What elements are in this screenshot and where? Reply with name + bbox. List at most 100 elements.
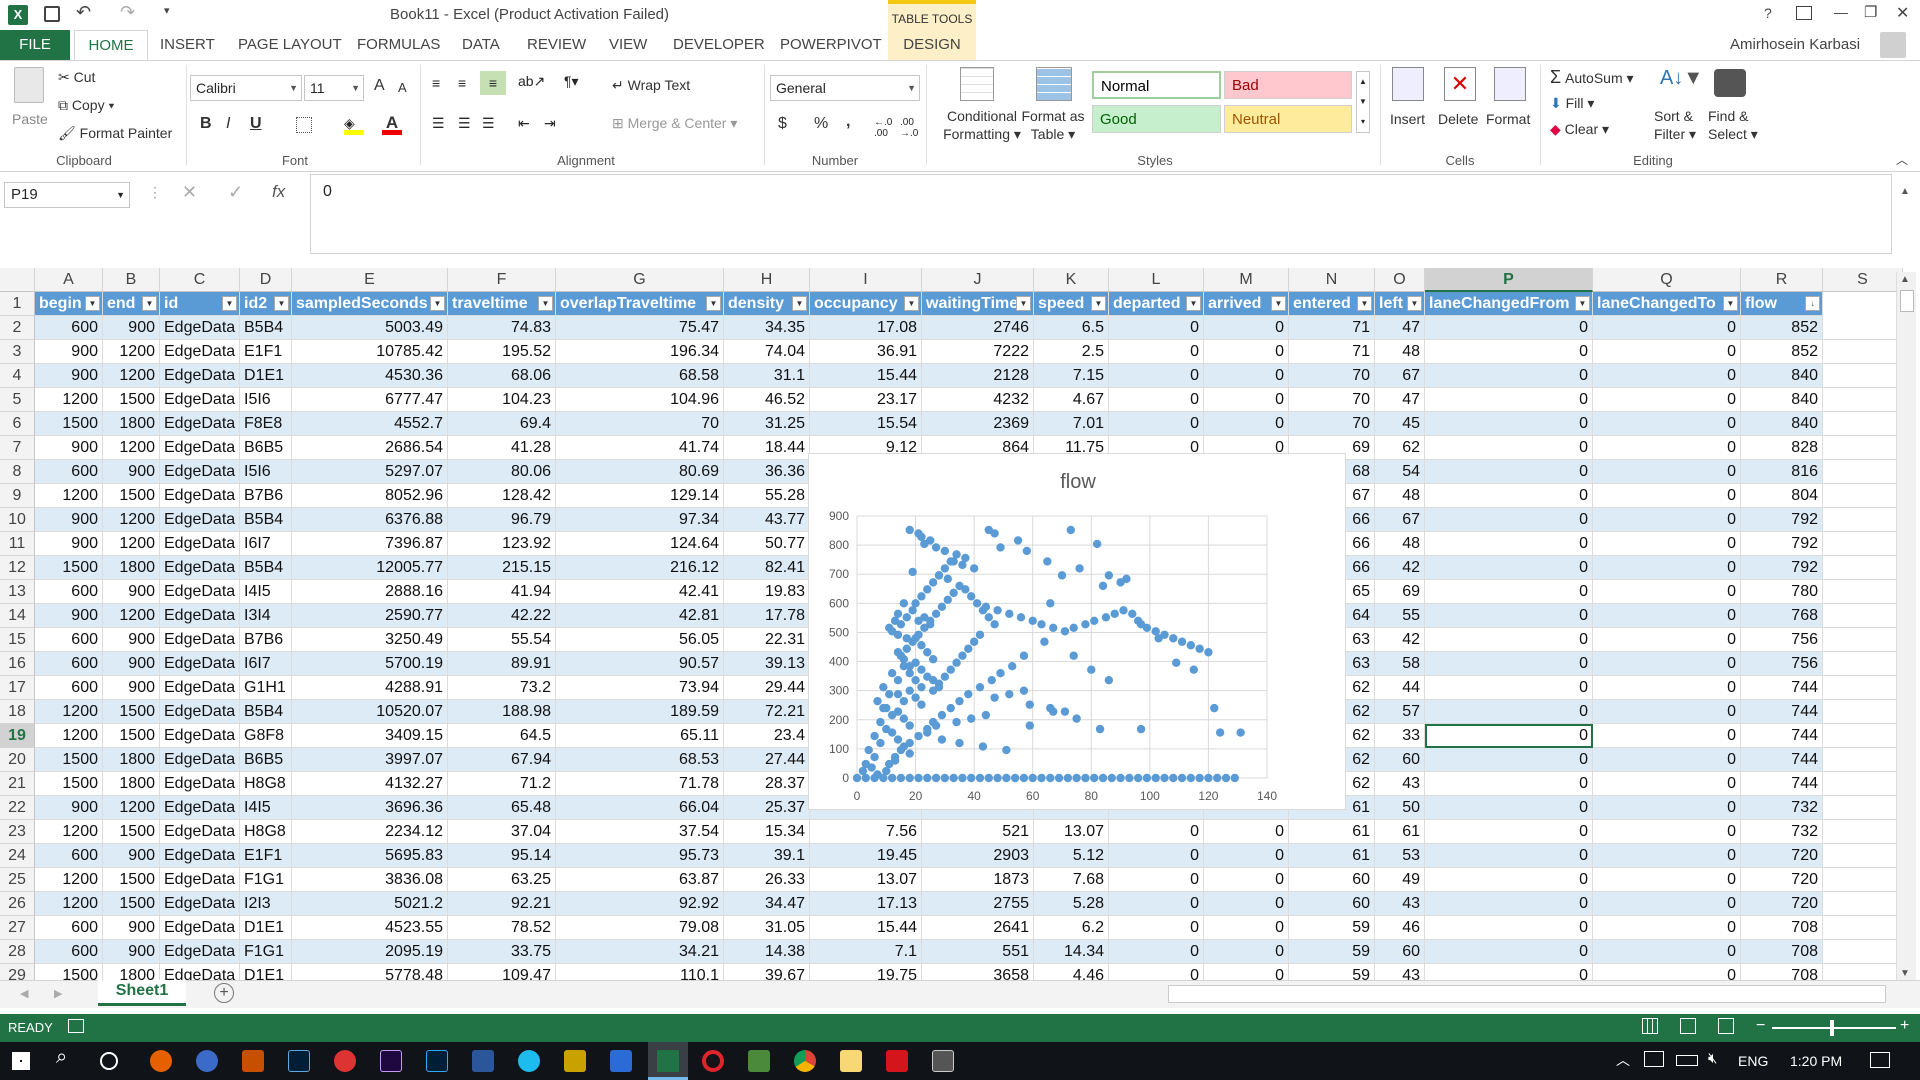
table-cell[interactable]: 0: [1109, 364, 1204, 388]
table-cell[interactable]: 1500: [35, 412, 103, 436]
table-cell[interactable]: 92.21: [448, 892, 556, 916]
table-cell[interactable]: 0: [1593, 748, 1741, 772]
table-cell[interactable]: EdgeData: [160, 724, 240, 748]
table-header-begin[interactable]: begin ▼: [35, 292, 103, 316]
table-cell[interactable]: 720: [1741, 868, 1823, 892]
column-header-m[interactable]: M: [1204, 268, 1289, 292]
table-cell[interactable]: EdgeData: [160, 580, 240, 604]
table-cell[interactable]: 65.48: [448, 796, 556, 820]
filter-dropdown-icon[interactable]: ▼: [274, 296, 289, 311]
table-cell[interactable]: 41.94: [448, 580, 556, 604]
table-cell[interactable]: 17.08: [810, 316, 922, 340]
restore-button[interactable]: ❐: [1864, 3, 1877, 21]
table-cell[interactable]: 0: [1425, 580, 1593, 604]
table-cell[interactable]: 46: [1375, 916, 1425, 940]
table-cell[interactable]: 1200: [103, 604, 160, 628]
battery-icon[interactable]: [1676, 1055, 1698, 1066]
enter-icon[interactable]: ✓: [228, 182, 243, 203]
table-cell[interactable]: 2641: [922, 916, 1034, 940]
column-header-e[interactable]: E: [292, 268, 448, 292]
table-cell[interactable]: EdgeData: [160, 340, 240, 364]
table-cell[interactable]: EdgeData: [160, 748, 240, 772]
table-cell[interactable]: 0: [1425, 820, 1593, 844]
table-cell[interactable]: B7B6: [240, 484, 292, 508]
table-cell[interactable]: 0: [1204, 388, 1289, 412]
table-cell[interactable]: 67: [1375, 364, 1425, 388]
table-cell[interactable]: 70: [1289, 388, 1375, 412]
column-header-h[interactable]: H: [724, 268, 810, 292]
table-cell[interactable]: [1823, 604, 1903, 628]
row-header[interactable]: 16: [0, 652, 35, 676]
macro-record-icon[interactable]: [68, 1019, 84, 1033]
table-cell[interactable]: [1823, 868, 1903, 892]
format-as-table-icon[interactable]: [1036, 67, 1072, 101]
table-cell[interactable]: 7.15: [1034, 364, 1109, 388]
internet-explorer-icon[interactable]: [518, 1050, 540, 1072]
table-header-occupancy[interactable]: occupancy ▼: [810, 292, 922, 316]
table-cell[interactable]: 0: [1593, 916, 1741, 940]
table-cell[interactable]: EdgeData: [160, 868, 240, 892]
zoom-thumb[interactable]: [1830, 1020, 1834, 1036]
row-header[interactable]: 11: [0, 532, 35, 556]
table-cell[interactable]: EdgeData: [160, 436, 240, 460]
table-cell[interactable]: 1500: [103, 820, 160, 844]
close-button[interactable]: ✕: [1896, 3, 1909, 23]
table-cell[interactable]: [1823, 892, 1903, 916]
table-cell[interactable]: 15.44: [810, 916, 922, 940]
table-cell[interactable]: 56.05: [556, 628, 724, 652]
bold-button[interactable]: B: [200, 115, 212, 133]
expand-formula-icon[interactable]: ▲: [1900, 186, 1910, 197]
styles-scroll[interactable]: ▲ ▼ ▾: [1356, 71, 1370, 133]
table-cell[interactable]: 0: [1425, 364, 1593, 388]
table-cell[interactable]: 744: [1741, 700, 1823, 724]
table-cell[interactable]: 42.41: [556, 580, 724, 604]
table-cell[interactable]: 1800: [103, 556, 160, 580]
table-cell[interactable]: G1H1: [240, 676, 292, 700]
column-header-n[interactable]: N: [1289, 268, 1375, 292]
table-cell[interactable]: 1200: [35, 868, 103, 892]
align-right-icon[interactable]: ☰: [482, 115, 495, 132]
font-color-icon[interactable]: A: [382, 113, 402, 135]
table-cell[interactable]: 1500: [103, 724, 160, 748]
filter-dropdown-icon[interactable]: ▼: [904, 296, 919, 311]
undo-icon[interactable]: ↶: [76, 2, 91, 23]
table-cell[interactable]: 1200: [103, 532, 160, 556]
table-cell[interactable]: 33: [1375, 724, 1425, 748]
normal-view-icon[interactable]: [1642, 1018, 1658, 1034]
table-cell[interactable]: 744: [1741, 676, 1823, 700]
filter-dropdown-icon[interactable]: ▼: [1407, 296, 1422, 311]
table-cell[interactable]: 61: [1289, 844, 1375, 868]
format-painter-button[interactable]: 🖌 Format Painter: [58, 125, 172, 142]
table-cell[interactable]: 708: [1741, 940, 1823, 964]
table-cell[interactable]: EdgeData: [160, 604, 240, 628]
table-cell[interactable]: 75.47: [556, 316, 724, 340]
sheet-next-icon[interactable]: ▶: [54, 987, 62, 1000]
table-cell[interactable]: 31.25: [724, 412, 810, 436]
table-cell[interactable]: 0: [1425, 628, 1593, 652]
table-cell[interactable]: 744: [1741, 724, 1823, 748]
table-header-waitingtime[interactable]: waitingTime ▼: [922, 292, 1034, 316]
row-header[interactable]: 27: [0, 916, 35, 940]
table-cell[interactable]: 70: [556, 412, 724, 436]
scroll-thumb[interactable]: [1900, 290, 1914, 312]
table-cell[interactable]: 804: [1741, 484, 1823, 508]
table-cell[interactable]: 0: [1109, 940, 1204, 964]
table-cell[interactable]: I2I3: [240, 892, 292, 916]
binoculars-icon[interactable]: [1714, 69, 1746, 97]
table-cell[interactable]: 5297.07: [292, 460, 448, 484]
table-cell[interactable]: 59: [1289, 940, 1375, 964]
table-cell[interactable]: 36.36: [724, 460, 810, 484]
row-header[interactable]: 28: [0, 940, 35, 964]
table-cell[interactable]: EdgeData: [160, 940, 240, 964]
table-header-sampledseconds[interactable]: sampledSeconds ▼: [292, 292, 448, 316]
conditional-formatting-icon[interactable]: [960, 67, 994, 101]
table-cell[interactable]: 189.59: [556, 700, 724, 724]
table-cell[interactable]: 1200: [35, 892, 103, 916]
table-cell[interactable]: 3409.15: [292, 724, 448, 748]
tab-powerpivot[interactable]: POWERPIVOT: [780, 30, 882, 60]
table-cell[interactable]: 600: [35, 916, 103, 940]
style-normal[interactable]: Normal: [1092, 71, 1221, 99]
search-icon[interactable]: ⌕: [56, 1046, 67, 1069]
row-header[interactable]: 1: [0, 292, 35, 316]
table-cell[interactable]: G8F8: [240, 724, 292, 748]
